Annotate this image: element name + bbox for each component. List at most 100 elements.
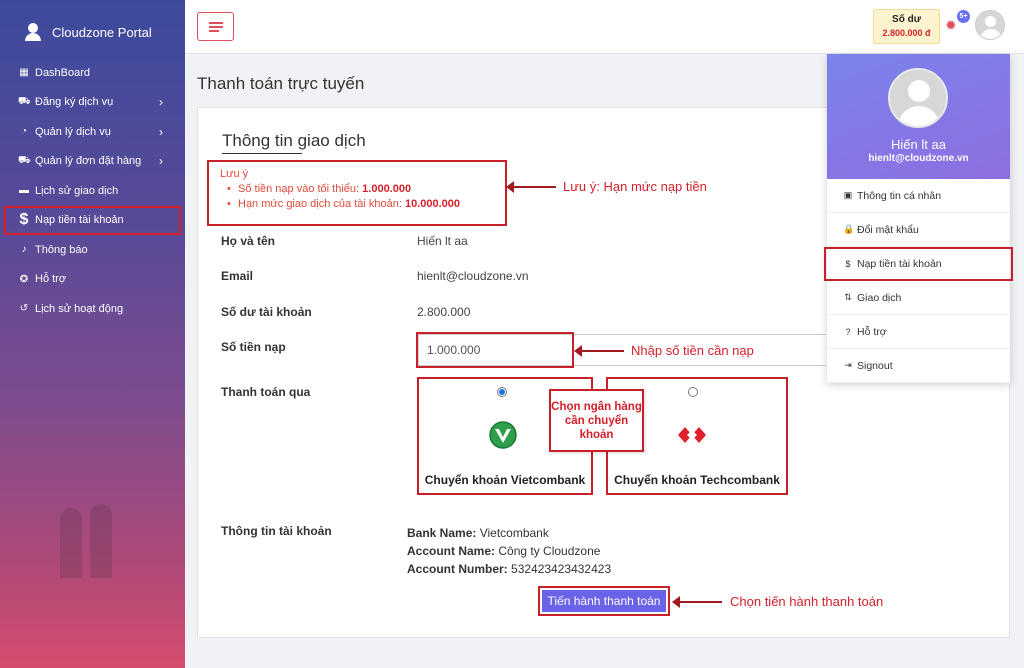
dropdown-header: Hiến lt aa hienlt@cloudzone.vn <box>827 54 1010 179</box>
dropdown-item-2[interactable]: $ Nạp tiền tài khoản <box>824 247 1013 281</box>
arrow-limit <box>506 181 556 193</box>
sidebar-menu: ▦ DashBoard ⛟ Đăng ký dịch vụ › ◔ Quản lý dịch… <box>0 58 185 324</box>
user-icon <box>24 23 42 41</box>
sidebar-item-label: DashBoard <box>35 66 91 79</box>
shopping-cart-icon: ⛟ <box>18 154 31 166</box>
bell-icon: ♪ <box>21 244 27 256</box>
balance-widget[interactable]: Số dư 2.800.000 đ <box>873 9 940 44</box>
annotation-limit: Lưu ý: Hạn mức nạp tiền <box>563 179 707 194</box>
account-info-label: Thông tin tài khoản <box>221 524 332 538</box>
sidebar-item-label: Lịch sử giao dịch <box>35 184 119 197</box>
dropdown-item-label: Hỗ trợ <box>857 325 887 338</box>
sidebar-item-0[interactable]: ▦ DashBoard <box>0 58 185 88</box>
annotation-pay: Chọn tiến hành thanh toán <box>730 594 884 609</box>
dropdown-item-label: Đổi mật khẩu <box>857 223 919 236</box>
vietcombank-label: Chuyển khoản Vietcombank <box>424 473 586 487</box>
note-title: Lưu ý <box>220 168 249 180</box>
brand-title: Cloudzone Portal <box>52 24 152 40</box>
dropdown-item-label: Signout <box>857 359 893 372</box>
pay-via-label: Thanh toán qua <box>221 385 311 399</box>
note-box: Lưu ý Số tiền nạp vào tối thiểu: 1.000.0… <box>207 160 507 226</box>
note-limit: Hạn mức giao dịch của tài khoản: 10.000.… <box>227 198 494 210</box>
account-balance-value: 2.800.000 <box>417 305 471 319</box>
account-balance-label: Số dư tài khoản <box>221 305 312 319</box>
annotation-choose-bank: Chọn ngân hàng cần chuyển khoản <box>549 389 644 452</box>
brand[interactable]: Cloudzone Portal <box>0 0 185 50</box>
user-avatar[interactable] <box>975 10 1005 40</box>
vietcombank-logo-icon <box>489 421 517 449</box>
annotation-amount: Nhập số tiền cần nạp <box>631 343 754 358</box>
chevron-right-icon: › <box>159 124 163 139</box>
card-icon: ▬ <box>19 185 29 197</box>
sidebar-item-2[interactable]: ◔ Quản lý dịch vụ › <box>0 117 185 147</box>
arrow-pay <box>672 596 722 608</box>
sidebar: Cloudzone Portal ▦ DashBoard ⛟ Đăng ký dịch… <box>0 0 185 668</box>
account-name-row: Account Name: Công ty Cloudzone <box>407 544 601 558</box>
balance-label: Số dư <box>892 14 921 25</box>
sidebar-item-1[interactable]: ⛟ Đăng ký dịch vụ › <box>0 88 185 118</box>
page-title: Thanh toán trực tuyến <box>197 74 365 93</box>
balance-value: 2.800.000 đ <box>882 28 931 38</box>
gauge-icon: ◔ <box>20 126 28 138</box>
dropdown-avatar <box>888 68 948 128</box>
history-icon: ↺ <box>19 303 29 315</box>
bank-name-row: Bank Name: Vietcombank <box>407 526 549 540</box>
dropdown-item-4[interactable]: ? Hỗ trợ <box>827 315 1010 349</box>
chevron-right-icon: › <box>159 95 163 110</box>
support-icon: ✪ <box>19 273 29 285</box>
dropdown-menu: ▣ Thông tin cá nhân 🔒 Đổi mật khẩu $ Nạp tiền… <box>824 179 1013 383</box>
id-card-icon: ▣ <box>843 190 853 200</box>
techcombank-logo-icon <box>678 427 706 443</box>
techcombank-radio[interactable] <box>688 387 698 397</box>
bug-icon[interactable]: ✹ <box>945 18 959 33</box>
name-label: Họ và tên <box>221 234 276 248</box>
dropdown-item-5[interactable]: ⇥ Signout <box>827 349 1010 383</box>
sidebar-item-label: Thông báo <box>35 243 88 256</box>
menu-toggle-button[interactable] <box>197 12 234 41</box>
account-number-row: Account Number: 532423423432423 <box>407 562 612 576</box>
dropdown-user-email: hienlt@cloudzone.vn <box>868 153 969 164</box>
sidebar-item-5[interactable]: $ Nạp tiền tài khoản <box>4 205 181 235</box>
sidebar-item-7[interactable]: ✪ Hỗ trợ <box>0 265 185 295</box>
dollar-icon: $ <box>845 259 851 269</box>
arrow-amount <box>574 345 624 357</box>
vietcombank-radio[interactable] <box>497 387 507 397</box>
sidebar-item-8[interactable]: ↺ Lịch sử hoạt động <box>0 294 185 324</box>
sidebar-item-4[interactable]: ▬ Lịch sử giao dịch <box>0 176 185 206</box>
dashboard-icon: ▦ <box>19 67 29 79</box>
sidebar-item-label: Hỗ trợ <box>35 273 67 286</box>
pay-button-highlight: Tiến hành thanh toán <box>538 586 670 616</box>
hamburger-icon <box>208 21 223 24</box>
dropdown-user-name: Hiến lt aa <box>891 137 946 152</box>
email-value: hienlt@cloudzone.vn <box>417 269 529 283</box>
note-min-amount: Số tiền nạp vào tối thiểu: 1.000.000 <box>227 183 494 195</box>
top-header: Số dư 2.800.000 đ ✹ 5+ <box>185 0 1024 54</box>
sidebar-item-label: Lịch sử hoạt động <box>35 302 124 315</box>
sidebar-item-label: Quản lý dịch vụ <box>35 125 111 138</box>
user-dropdown: Hiến lt aa hienlt@cloudzone.vn ▣ Thông ti… <box>824 54 1013 383</box>
title-underline <box>222 153 302 154</box>
dollar-icon: $ <box>19 211 29 229</box>
dropdown-item-3[interactable]: ⇅ Giao dịch <box>827 281 1010 315</box>
sidebar-item-label: Đăng ký dịch vụ <box>35 96 114 109</box>
background-silhouette <box>60 498 120 578</box>
sidebar-item-label: Nạp tiền tài khoản <box>35 214 124 227</box>
dropdown-item-label: Thông tin cá nhân <box>857 189 942 202</box>
help-icon: ? <box>845 326 851 337</box>
dropdown-item-0[interactable]: ▣ Thông tin cá nhân <box>827 179 1010 213</box>
signout-icon: ⇥ <box>844 360 852 370</box>
card-title: Thông tin giao dịch <box>222 131 366 150</box>
amount-label: Số tiền nạp <box>221 340 286 354</box>
notification-badge: 5+ <box>957 10 970 23</box>
techcombank-label: Chuyển khoản Techcombank <box>614 473 780 487</box>
pay-button[interactable]: Tiến hành thanh toán <box>542 590 666 612</box>
sidebar-item-6[interactable]: ♪ Thông báo <box>0 235 185 265</box>
chevron-right-icon: › <box>159 154 163 169</box>
cart-icon: ⛟ <box>18 95 31 107</box>
dropdown-item-label: Giao dịch <box>857 291 902 304</box>
account-info: Bank Name: Vietcombank Account Name: Côn… <box>407 524 611 578</box>
dropdown-item-1[interactable]: 🔒 Đổi mật khẩu <box>827 213 1010 247</box>
sidebar-item-3[interactable]: ⛟ Quản lý đơn đặt hàng › <box>0 147 185 177</box>
email-label: Email <box>221 269 254 283</box>
dropdown-item-label: Nạp tiền tài khoản <box>857 258 942 270</box>
